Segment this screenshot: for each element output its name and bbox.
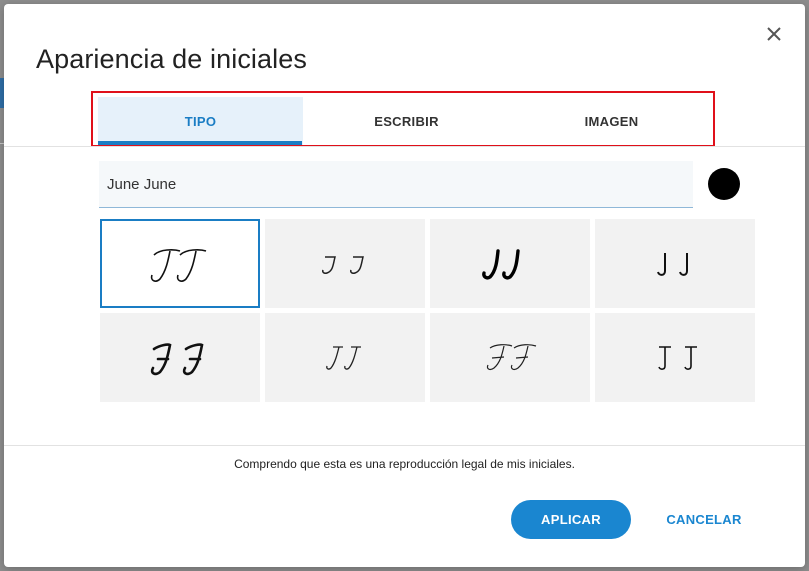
initials-script-7 — [486, 343, 537, 370]
close-button[interactable] — [762, 22, 786, 46]
style-option-7[interactable] — [430, 313, 590, 402]
initials-script-3 — [482, 248, 520, 279]
style-option-4[interactable] — [595, 219, 755, 308]
tabs-divider — [4, 146, 805, 147]
initials-script-1 — [150, 248, 207, 282]
style-option-5[interactable] — [100, 313, 260, 402]
name-input[interactable] — [99, 161, 693, 208]
initials-script-8 — [658, 345, 697, 370]
close-icon — [767, 27, 781, 41]
footer-divider — [4, 445, 805, 446]
style-grid — [100, 219, 756, 403]
style-option-8[interactable] — [595, 313, 755, 402]
style-option-1[interactable] — [100, 219, 260, 308]
style-option-6[interactable] — [265, 313, 425, 402]
legal-notice: Comprendo que esta es una reproducción l… — [234, 457, 575, 471]
cancel-button[interactable]: CANCELAR — [652, 500, 756, 539]
color-picker-button[interactable] — [708, 168, 740, 200]
initials-script-5 — [150, 342, 204, 375]
dialog-title: Apariencia de iniciales — [36, 44, 307, 74]
initials-dialog: Apariencia de iniciales TIPO ESCRIBIR IM… — [4, 4, 805, 567]
style-option-3[interactable] — [430, 219, 590, 308]
apply-button[interactable]: APLICAR — [511, 500, 631, 539]
initials-script-4 — [657, 252, 688, 276]
tabs-highlight-box — [91, 91, 715, 147]
initials-script-2 — [322, 255, 364, 274]
style-option-2[interactable] — [265, 219, 425, 308]
initials-script-6 — [326, 345, 361, 370]
